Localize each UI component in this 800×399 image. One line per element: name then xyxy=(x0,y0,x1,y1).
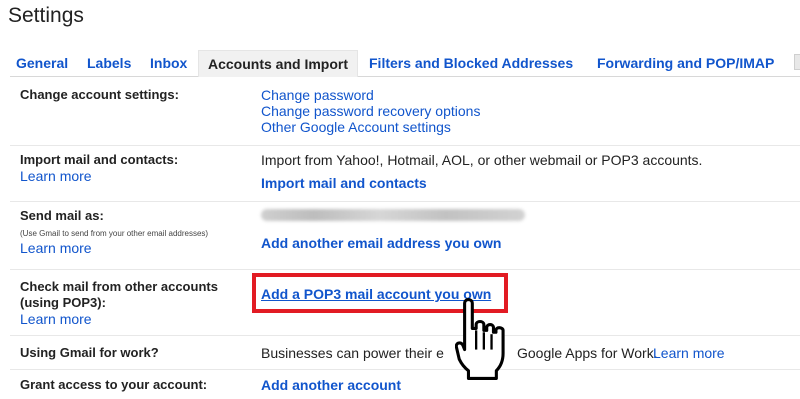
import-mail-description: Import from Yahoo!, Hotmail, AOL, or oth… xyxy=(261,152,703,168)
tab-accounts-and-import[interactable]: Accounts and Import xyxy=(198,50,359,77)
change-password-link[interactable]: Change password xyxy=(261,87,374,103)
redacted-email-address xyxy=(261,209,525,221)
send-mail-as-label: Send mail as: xyxy=(20,208,104,223)
import-mail-learn-more-link[interactable]: Learn more xyxy=(20,168,92,184)
tab-forwarding-and-pop-imap[interactable]: Forwarding and POP/IMAP xyxy=(597,50,774,76)
check-mail-label-line2: (using POP3): xyxy=(20,295,106,310)
settings-tab-bar: General Labels Inbox Accounts and Import… xyxy=(10,50,800,77)
gmail-for-work-learn-more-link[interactable]: Learn more xyxy=(653,345,725,361)
check-mail-label-line1: Check mail from other accounts xyxy=(20,279,218,294)
add-another-account-button[interactable]: Add another account xyxy=(261,377,401,393)
gmail-for-work-label: Using Gmail for work? xyxy=(20,345,159,360)
row-change-account-settings: Change account settings: Change password… xyxy=(10,77,800,146)
add-another-email-address-button[interactable]: Add another email address you own xyxy=(261,235,501,251)
tab-labels[interactable]: Labels xyxy=(87,50,131,76)
send-mail-learn-more-link[interactable]: Learn more xyxy=(20,240,92,256)
gmail-for-work-text-end: Google Apps for Work. xyxy=(517,345,658,361)
import-mail-and-contacts-button[interactable]: Import mail and contacts xyxy=(261,175,427,191)
row-gmail-for-work: Using Gmail for work? Businesses can pow… xyxy=(10,335,800,370)
other-google-account-settings-link[interactable]: Other Google Account settings xyxy=(261,119,451,135)
tab-general[interactable]: General xyxy=(16,50,68,76)
row-import-mail-and-contacts: Import mail and contacts: Learn more Imp… xyxy=(10,145,800,202)
import-mail-label: Import mail and contacts: xyxy=(20,152,179,167)
change-account-settings-label: Change account settings: xyxy=(20,87,179,102)
send-mail-as-sublabel: (Use Gmail to send from your other email… xyxy=(20,229,209,238)
check-mail-learn-more-link[interactable]: Learn more xyxy=(20,311,92,327)
page-title: Settings xyxy=(8,4,84,27)
row-send-mail-as: Send mail as: (Use Gmail to send from yo… xyxy=(10,201,800,270)
grant-access-label: Grant access to your account: xyxy=(20,377,208,392)
row-grant-access: Grant access to your account: Add anothe… xyxy=(10,369,800,399)
gmail-for-work-text-start: Businesses can power their e xyxy=(261,345,444,361)
change-password-recovery-link[interactable]: Change password recovery options xyxy=(261,103,480,119)
tabs-overflow-button[interactable] xyxy=(794,54,800,70)
tab-inbox[interactable]: Inbox xyxy=(150,50,187,76)
tab-filters-and-blocked-addresses[interactable]: Filters and Blocked Addresses xyxy=(369,50,573,76)
hand-pointer-icon xyxy=(455,298,505,380)
